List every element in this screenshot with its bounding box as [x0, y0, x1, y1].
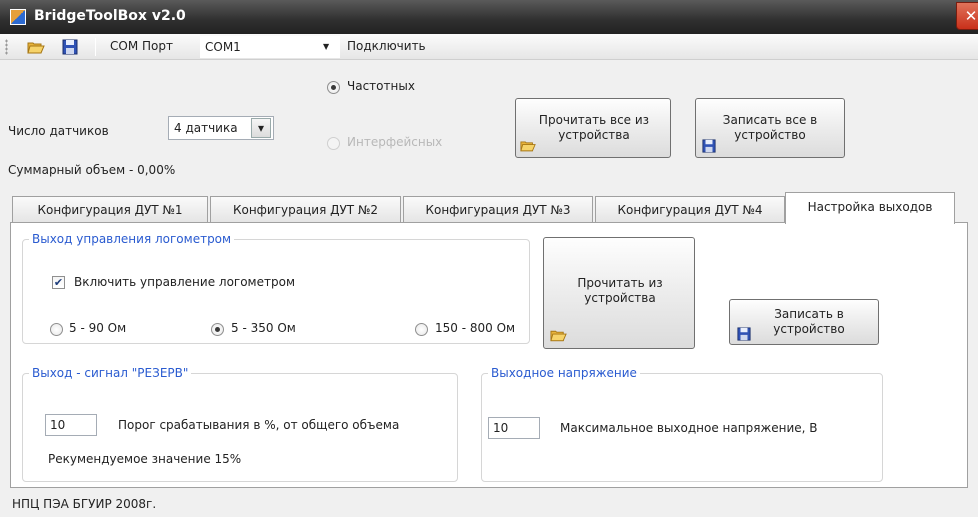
max-voltage-label: Максимальное выходное напряжение, В — [560, 421, 818, 435]
range-5-350-radio[interactable] — [211, 323, 224, 336]
write-all-button-label: Записать все в устройство — [722, 113, 818, 142]
write-to-device-button-label: Записать в устройство — [773, 307, 845, 336]
range-5-90-label: 5 - 90 Ом — [69, 321, 127, 335]
toolbar-grip[interactable] — [5, 39, 8, 55]
output-voltage-legend: Выходное напряжение — [491, 366, 637, 380]
tab-config-4[interactable]: Конфигурация ДУТ №4 — [595, 196, 785, 223]
write-to-device-button[interactable]: Записать в устройство — [729, 299, 879, 345]
status-bar-text: НПЦ ПЭА БГУИР 2008г. — [12, 497, 157, 511]
folder-open-icon[interactable] — [27, 40, 45, 54]
reserve-recommended-text: Рекумендуемое значение 15% — [48, 452, 242, 466]
folder-open-icon — [520, 139, 536, 155]
range-150-800-radio[interactable] — [415, 323, 428, 336]
title-bar: BridgeToolBox v2.0 ✕ — [0, 0, 978, 34]
folder-open-icon — [550, 328, 567, 345]
sensor-count-label: Число датчиков — [8, 124, 109, 138]
toolbar: COM Порт COM1 ▼ Подключить — [0, 34, 978, 60]
tab-output-settings[interactable]: Настройка выходов — [785, 192, 955, 224]
read-from-device-button-label: Прочитать из устройства — [577, 276, 663, 305]
com-port-select[interactable]: COM1 ▼ — [200, 36, 340, 58]
check-icon: ✔ — [53, 276, 64, 289]
com-port-value: COM1 — [205, 40, 241, 54]
sensor-type-interface-radio[interactable] — [327, 137, 340, 150]
connect-menu-item[interactable]: Подключить — [347, 39, 426, 53]
range-150-800-label: 150 - 800 Ом — [435, 321, 516, 335]
range-5-350-label: 5 - 350 Ом — [231, 321, 296, 335]
close-icon: ✕ — [964, 7, 978, 25]
tab-config-2[interactable]: Конфигурация ДУТ №2 — [210, 196, 401, 223]
chevron-down-icon: ▼ — [323, 42, 330, 51]
close-button[interactable]: ✕ — [956, 2, 978, 30]
floppy-disk-icon — [702, 139, 716, 156]
app-icon — [10, 9, 26, 25]
floppy-disk-icon — [737, 327, 751, 344]
read-all-button[interactable]: Прочитать все из устройства — [515, 98, 671, 158]
tab-config-1[interactable]: Конфигурация ДУТ №1 — [12, 196, 208, 223]
window-title: BridgeToolBox v2.0 — [34, 8, 186, 24]
reserve-threshold-label: Порог срабатывания в %, от общего объема — [118, 418, 400, 432]
sensor-type-frequency-label: Частотных — [347, 79, 415, 93]
range-5-90-radio[interactable] — [50, 323, 63, 336]
total-volume-text: Суммарный объем - 0,00% — [8, 163, 176, 177]
max-voltage-input[interactable]: 10 — [488, 417, 540, 439]
sensor-count-select[interactable]: 4 датчика ▾ — [168, 116, 274, 140]
reserve-threshold-input[interactable]: 10 — [45, 414, 97, 436]
reserve-signal-legend: Выход - сигнал "РЕЗЕРВ" — [32, 366, 189, 380]
read-from-device-button[interactable]: Прочитать из устройства — [543, 237, 695, 349]
logometer-group-legend: Выход управления логометром — [32, 232, 232, 246]
toolbar-separator — [95, 38, 96, 56]
write-all-button[interactable]: Записать все в устройство — [695, 98, 845, 158]
com-port-label: COM Порт — [110, 39, 173, 53]
logometer-enable-label: Включить управление логометром — [74, 275, 295, 289]
floppy-disk-icon[interactable] — [62, 39, 78, 55]
read-all-button-label: Прочитать все из устройства — [538, 113, 650, 142]
tab-config-3[interactable]: Конфигурация ДУТ №3 — [403, 196, 593, 223]
sensor-type-interface-label: Интерфейсных — [347, 135, 443, 149]
sensor-type-frequency-radio[interactable] — [327, 81, 340, 94]
logometer-enable-checkbox[interactable]: ✔ — [52, 276, 65, 289]
sensor-count-value: 4 датчика — [174, 121, 238, 135]
chevron-down-icon[interactable]: ▾ — [251, 118, 271, 138]
